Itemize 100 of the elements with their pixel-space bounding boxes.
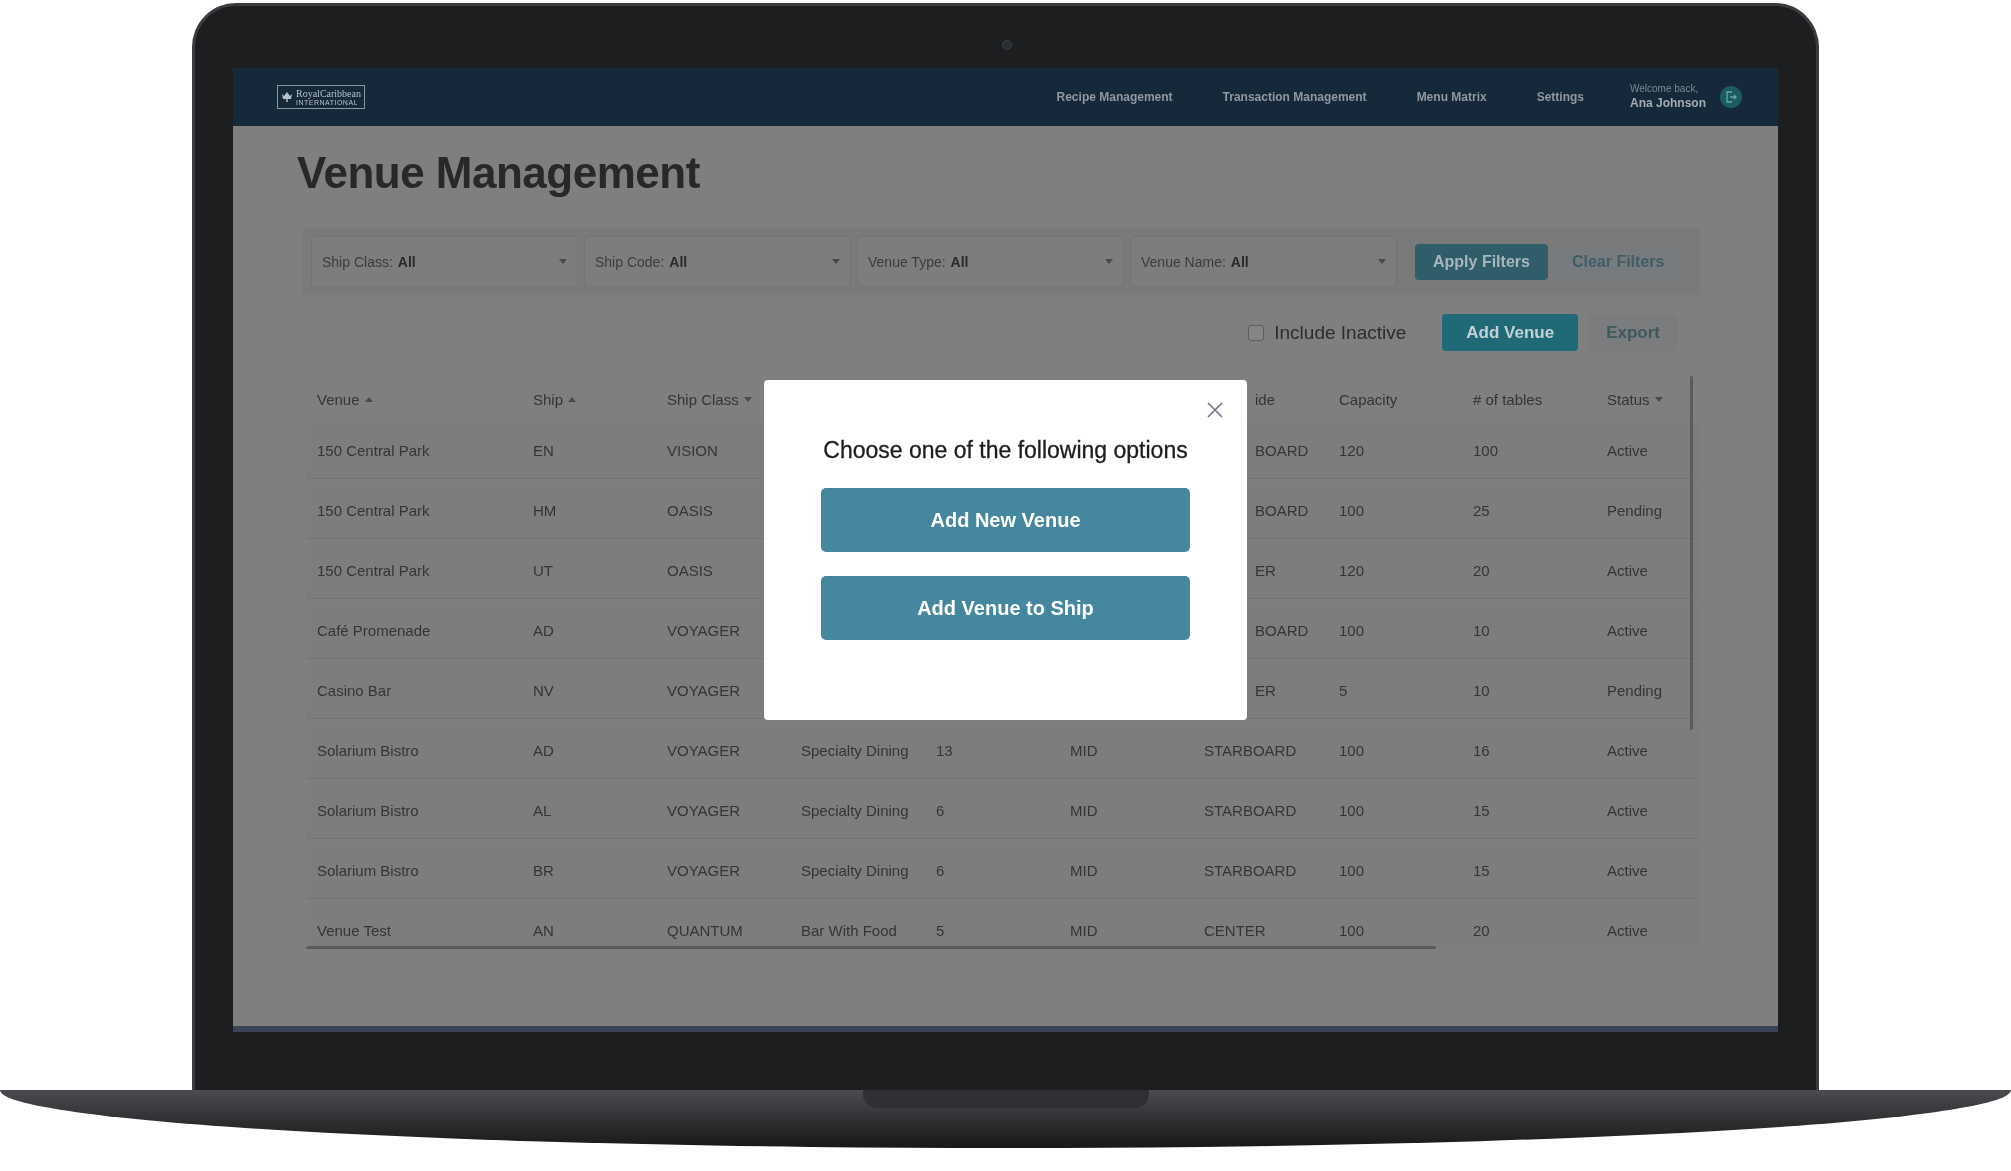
table-cell: Pending: [1607, 681, 1663, 699]
caret-icon: [1378, 259, 1386, 264]
table-cell: 100: [1339, 861, 1365, 879]
table-cell: AL: [533, 801, 552, 819]
nav-link[interactable]: Recipe Management: [1056, 90, 1173, 104]
table-cell: 120: [1339, 441, 1365, 459]
table-cell: Casino Bar: [317, 681, 392, 699]
table-cell: Active: [1607, 441, 1648, 459]
table-cell: STARBOARD: [1204, 801, 1297, 819]
table-cell: Active: [1607, 741, 1648, 759]
table-cell: 6: [936, 861, 945, 879]
table-cell: VOYAGER: [667, 861, 741, 879]
filter-dropdown[interactable]: Ship Code: All: [584, 236, 851, 287]
table-cell: STARBOARD: [1204, 861, 1297, 879]
sort-down-icon[interactable]: [743, 395, 752, 403]
table-cell: Bar With Food: [801, 921, 897, 939]
page-title: Venue Management: [297, 147, 701, 199]
column-header[interactable]: Ship Class: [667, 390, 739, 408]
table-cell: 15: [1473, 801, 1490, 819]
table-cell: NV: [533, 681, 554, 699]
table-cell: MID: [1070, 741, 1098, 759]
table-cell: Active: [1607, 561, 1648, 579]
filter-dropdown[interactable]: Ship Class: All: [311, 236, 578, 287]
table-cell: 10: [1473, 681, 1490, 699]
table-cell: AD: [533, 741, 554, 759]
table-cell: VISION: [667, 441, 718, 459]
table-cell: 6: [936, 801, 945, 819]
table-cell: 100: [1339, 921, 1365, 939]
table-cell: 5: [936, 921, 945, 939]
crown-anchor-icon: [281, 91, 293, 103]
table-cell: HM: [533, 501, 557, 519]
nav-link[interactable]: Transaction Management: [1222, 90, 1367, 104]
table-cell: CENTER: [1204, 921, 1266, 939]
table-cell: 120: [1339, 561, 1365, 579]
table-cell: 10: [1473, 621, 1490, 639]
option-button[interactable]: Add Venue to Ship: [821, 576, 1190, 640]
table-cell: OASIS: [667, 561, 713, 579]
option-button[interactable]: Add New Venue: [821, 488, 1190, 552]
column-header[interactable]: ide: [1255, 390, 1276, 408]
table-cell: Pending: [1607, 501, 1663, 519]
caret-icon: [832, 259, 840, 264]
column-header[interactable]: Capacity: [1339, 390, 1398, 408]
table-cell: 15: [1473, 861, 1490, 879]
column-header[interactable]: Status: [1607, 390, 1650, 408]
table-cell: MID: [1070, 801, 1098, 819]
caret-icon: [1105, 259, 1113, 264]
logout-button[interactable]: [1720, 86, 1742, 108]
table-cell: Active: [1607, 801, 1648, 819]
table-cell: 100: [1473, 441, 1499, 459]
table-cell: VOYAGER: [667, 801, 741, 819]
export-button[interactable]: Export: [1588, 314, 1678, 351]
table-cell: 20: [1473, 921, 1490, 939]
table-cell: Specialty Dining: [801, 741, 909, 759]
table-cell: 25: [1473, 501, 1490, 519]
nav-link[interactable]: Settings: [1536, 90, 1584, 104]
table-cell: BOARD: [1255, 501, 1309, 519]
user-name: Ana Johnson: [1630, 95, 1706, 111]
table-cell: 150 Central Park: [317, 561, 430, 579]
table-cell: 20: [1473, 561, 1490, 579]
table-cell: AD: [533, 621, 554, 639]
filter-dropdown[interactable]: Venue Type: All: [857, 236, 1124, 287]
table-cell: 150 Central Park: [317, 441, 430, 459]
sort-down-icon[interactable]: [1654, 395, 1663, 403]
table-cell: 16: [1473, 741, 1490, 759]
table-cell: 100: [1339, 501, 1365, 519]
table-cell: Active: [1607, 621, 1648, 639]
dialog-title: Choose one of the following options: [823, 437, 1188, 464]
table-cell: 150 Central Park: [317, 501, 430, 519]
column-header[interactable]: # of tables: [1473, 390, 1543, 408]
apply-button[interactable]: Apply Filters: [1415, 243, 1548, 280]
table-cell: STARBOARD: [1204, 741, 1297, 759]
caret-icon: [559, 259, 567, 264]
table-cell: Café Promenade: [317, 621, 431, 639]
camera-icon: [1001, 40, 1012, 50]
column-header[interactable]: Ship: [533, 390, 564, 408]
table-cell: VOYAGER: [667, 621, 741, 639]
sort-up-icon[interactable]: [364, 395, 373, 403]
close-button[interactable]: [1205, 400, 1225, 420]
table-cell: Active: [1607, 861, 1648, 879]
vertical-scrollbar[interactable]: [1690, 376, 1693, 730]
horizontal-scrollbar[interactable]: [306, 946, 1436, 949]
table-cell: VOYAGER: [667, 681, 741, 699]
sort-up-icon[interactable]: [568, 395, 577, 403]
nav-link[interactable]: Menu Matrix: [1416, 90, 1487, 104]
add-button[interactable]: Add Venue: [1442, 314, 1579, 351]
column-header[interactable]: Venue: [317, 390, 360, 408]
table-cell: Solarium Bistro: [317, 741, 419, 759]
table-cell: ER: [1255, 681, 1276, 699]
table-cell: Solarium Bistro: [317, 801, 419, 819]
table-cell: 100: [1339, 621, 1365, 639]
table-cell: AN: [533, 921, 554, 939]
welcome-text: Welcome back,: [1630, 83, 1700, 96]
table-cell: Specialty Dining: [801, 861, 909, 879]
table-cell: MID: [1070, 861, 1098, 879]
filter-dropdown[interactable]: Venue Name: All: [1130, 236, 1397, 287]
checkbox[interactable]: [1248, 324, 1265, 341]
table-cell: Specialty Dining: [801, 801, 909, 819]
logout-icon: [1725, 91, 1737, 103]
checkbox-label: Include Inactive: [1274, 321, 1407, 344]
table-cell: BOARD: [1255, 621, 1309, 639]
